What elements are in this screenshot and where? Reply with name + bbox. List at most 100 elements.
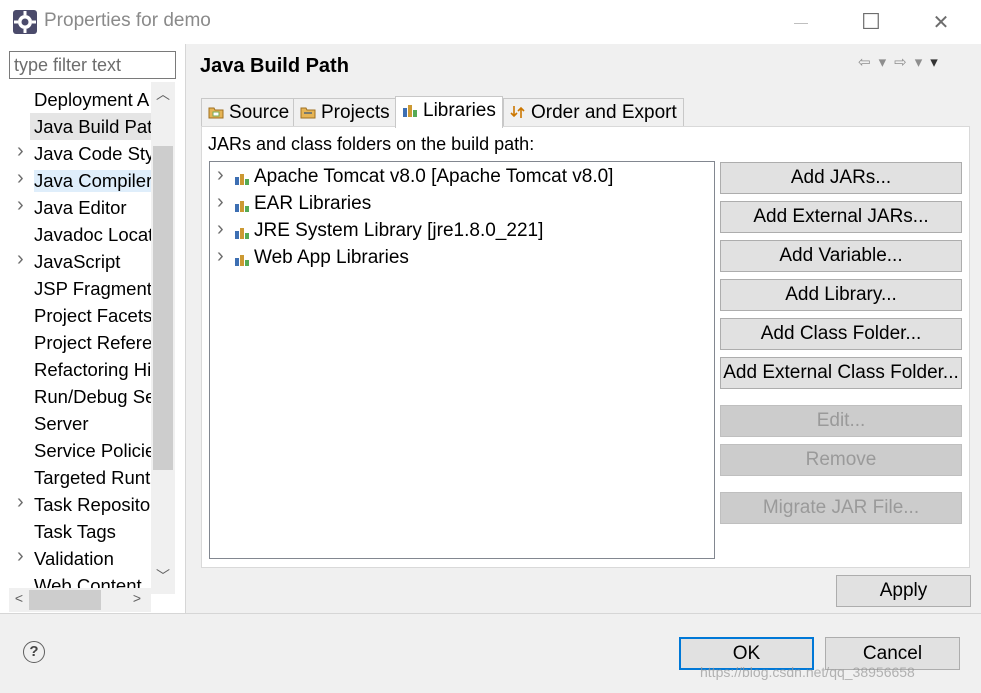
title-bar: Properties for demo — ☐ ✕: [0, 0, 981, 44]
source-folder-icon: [208, 107, 224, 119]
tree-item-label: Deployment A: [34, 89, 150, 110]
maximize-button[interactable]: ☐: [848, 0, 894, 44]
library-icon: [235, 174, 249, 185]
scrollbar-thumb[interactable]: [153, 146, 173, 470]
scroll-up-icon[interactable]: ︿: [151, 84, 175, 104]
tree-item-label: Service Policies: [34, 440, 151, 461]
apply-button[interactable]: Apply: [836, 575, 971, 607]
tree-item-label: Project References: [34, 332, 151, 353]
expand-chevron-icon[interactable]: ›: [217, 164, 224, 187]
tree-item[interactable]: Targeted Runtimes: [0, 464, 151, 491]
add-class-folder-button[interactable]: Add Class Folder...: [720, 318, 962, 350]
tree-item[interactable]: Task Tags: [0, 518, 151, 545]
tree-item[interactable]: Project References: [0, 329, 151, 356]
back-arrow-icon[interactable]: ⇦: [858, 53, 871, 71]
scroll-left-icon[interactable]: <: [9, 590, 29, 606]
nav-vertical-scrollbar[interactable]: ︿ ﹀: [151, 82, 175, 594]
maximize-icon: ☐: [861, 9, 881, 34]
minimize-icon: —: [794, 14, 808, 30]
add-variable-button[interactable]: Add Variable...: [720, 240, 962, 272]
tree-item[interactable]: Server: [0, 410, 151, 437]
preferences-tree: Deployment A Java Build Path › Java Code St…: [0, 82, 151, 628]
tree-item[interactable]: Run/Debug Settings: [0, 383, 151, 410]
close-icon: ✕: [932, 11, 950, 34]
eclipse-app-icon: [13, 10, 37, 34]
tree-item[interactable]: ›Java Code Style: [0, 140, 151, 167]
forward-arrow-icon[interactable]: ⇨: [894, 53, 907, 71]
expand-chevron-icon[interactable]: ›: [17, 248, 29, 271]
expand-chevron-icon[interactable]: ›: [17, 194, 29, 217]
tree-item-label: Java Compiler: [34, 170, 151, 192]
tree-item[interactable]: ›Task Repository: [0, 491, 151, 518]
tree-item[interactable]: Javadoc Location: [0, 221, 151, 248]
expand-chevron-icon[interactable]: ›: [17, 140, 29, 163]
tree-item-label: Refactoring History: [34, 359, 151, 380]
tree-item-label: Task Repository: [34, 494, 151, 515]
tree-item-label: Project Facets: [34, 305, 151, 326]
tree-item[interactable]: › Java Compiler: [0, 167, 151, 194]
pane-divider[interactable]: [185, 44, 186, 613]
tree-item-label: Task Tags: [34, 521, 116, 542]
tab-order-and-export[interactable]: Order and Export: [503, 98, 684, 127]
footer-divider: [0, 613, 981, 614]
forward-dropdown-icon[interactable]: ▾: [915, 53, 923, 71]
scroll-right-icon[interactable]: >: [127, 590, 147, 606]
tree-item[interactable]: Service Policies: [0, 437, 151, 464]
add-external-jars-button[interactable]: Add External JARs...: [720, 201, 962, 233]
tree-item[interactable]: JSP Fragment: [0, 275, 151, 302]
watermark-text: https://blog.csdn.net/qq_38956658: [700, 664, 915, 680]
tree-item-label: Javadoc Location: [34, 224, 151, 245]
expand-chevron-icon[interactable]: ›: [17, 167, 29, 190]
expand-chevron-icon[interactable]: ›: [17, 491, 29, 514]
library-icon: [235, 228, 249, 239]
tab-projects[interactable]: Projects: [293, 98, 397, 127]
tree-item[interactable]: Deployment A: [0, 86, 151, 113]
libraries-icon: [403, 105, 417, 117]
library-icon: [235, 255, 249, 266]
tree-item-label: Java Code Style: [34, 143, 151, 164]
window-title: Properties for demo: [44, 10, 211, 31]
order-export-icon: [510, 106, 525, 118]
scrollbar-thumb[interactable]: [29, 590, 101, 610]
expand-chevron-icon[interactable]: ›: [217, 245, 224, 268]
add-external-class-folder-button[interactable]: Add External Class Folder...: [720, 357, 962, 389]
tree-item[interactable]: › Validation: [0, 545, 151, 572]
tab-libraries[interactable]: Libraries: [395, 96, 503, 128]
nav-horizontal-scrollbar[interactable]: < >: [9, 588, 151, 612]
libraries-tree[interactable]: › Apache Tomcat v8.0 [Apache Tomcat v8.0]…: [209, 161, 715, 559]
edit-button: Edit...: [720, 405, 962, 437]
library-label: Web App Libraries: [254, 247, 409, 268]
tree-item[interactable]: Project Facets: [0, 302, 151, 329]
tab-projects-label: Projects: [321, 102, 390, 123]
library-label: EAR Libraries: [254, 193, 372, 214]
help-icon[interactable]: ?: [23, 641, 45, 663]
tree-item[interactable]: Java Build Path: [30, 113, 151, 140]
expand-chevron-icon[interactable]: ›: [217, 218, 224, 241]
tree-item-label: Java Build Path: [34, 116, 151, 137]
minimize-button[interactable]: —: [778, 0, 824, 44]
tree-item[interactable]: Refactoring History: [0, 356, 151, 383]
section-label: JARs and class folders on the build path…: [208, 134, 535, 154]
library-label: JRE System Library [jre1.8.0_221]: [254, 220, 544, 241]
expand-chevron-icon[interactable]: ›: [17, 545, 29, 568]
projects-icon: [300, 107, 316, 119]
remove-button: Remove: [720, 444, 962, 476]
back-dropdown-icon[interactable]: ▾: [879, 53, 887, 71]
expand-chevron-icon[interactable]: ›: [217, 191, 224, 214]
close-window-button[interactable]: ✕: [918, 0, 964, 44]
tree-item-label: Java Editor: [34, 197, 127, 218]
page-title: Java Build Path: [200, 55, 349, 77]
add-library-button[interactable]: Add Library...: [720, 279, 962, 311]
migrate-jar-file-button: Migrate JAR File...: [720, 492, 962, 524]
view-menu-icon[interactable]: ▾: [930, 53, 938, 71]
tree-item[interactable]: › Java Editor: [0, 194, 151, 221]
tab-source-label: Source: [229, 102, 290, 123]
scroll-down-icon[interactable]: ﹀: [151, 566, 175, 586]
tab-source[interactable]: Source: [201, 98, 297, 127]
tree-item[interactable]: › JavaScript: [0, 248, 151, 275]
tree-item-label: Targeted Runtimes: [34, 467, 151, 488]
add-jars-button[interactable]: Add JARs...: [720, 162, 962, 194]
filter-input[interactable]: [9, 51, 176, 79]
tab-libraries-label: Libraries: [423, 100, 496, 121]
library-icon: [235, 201, 249, 212]
